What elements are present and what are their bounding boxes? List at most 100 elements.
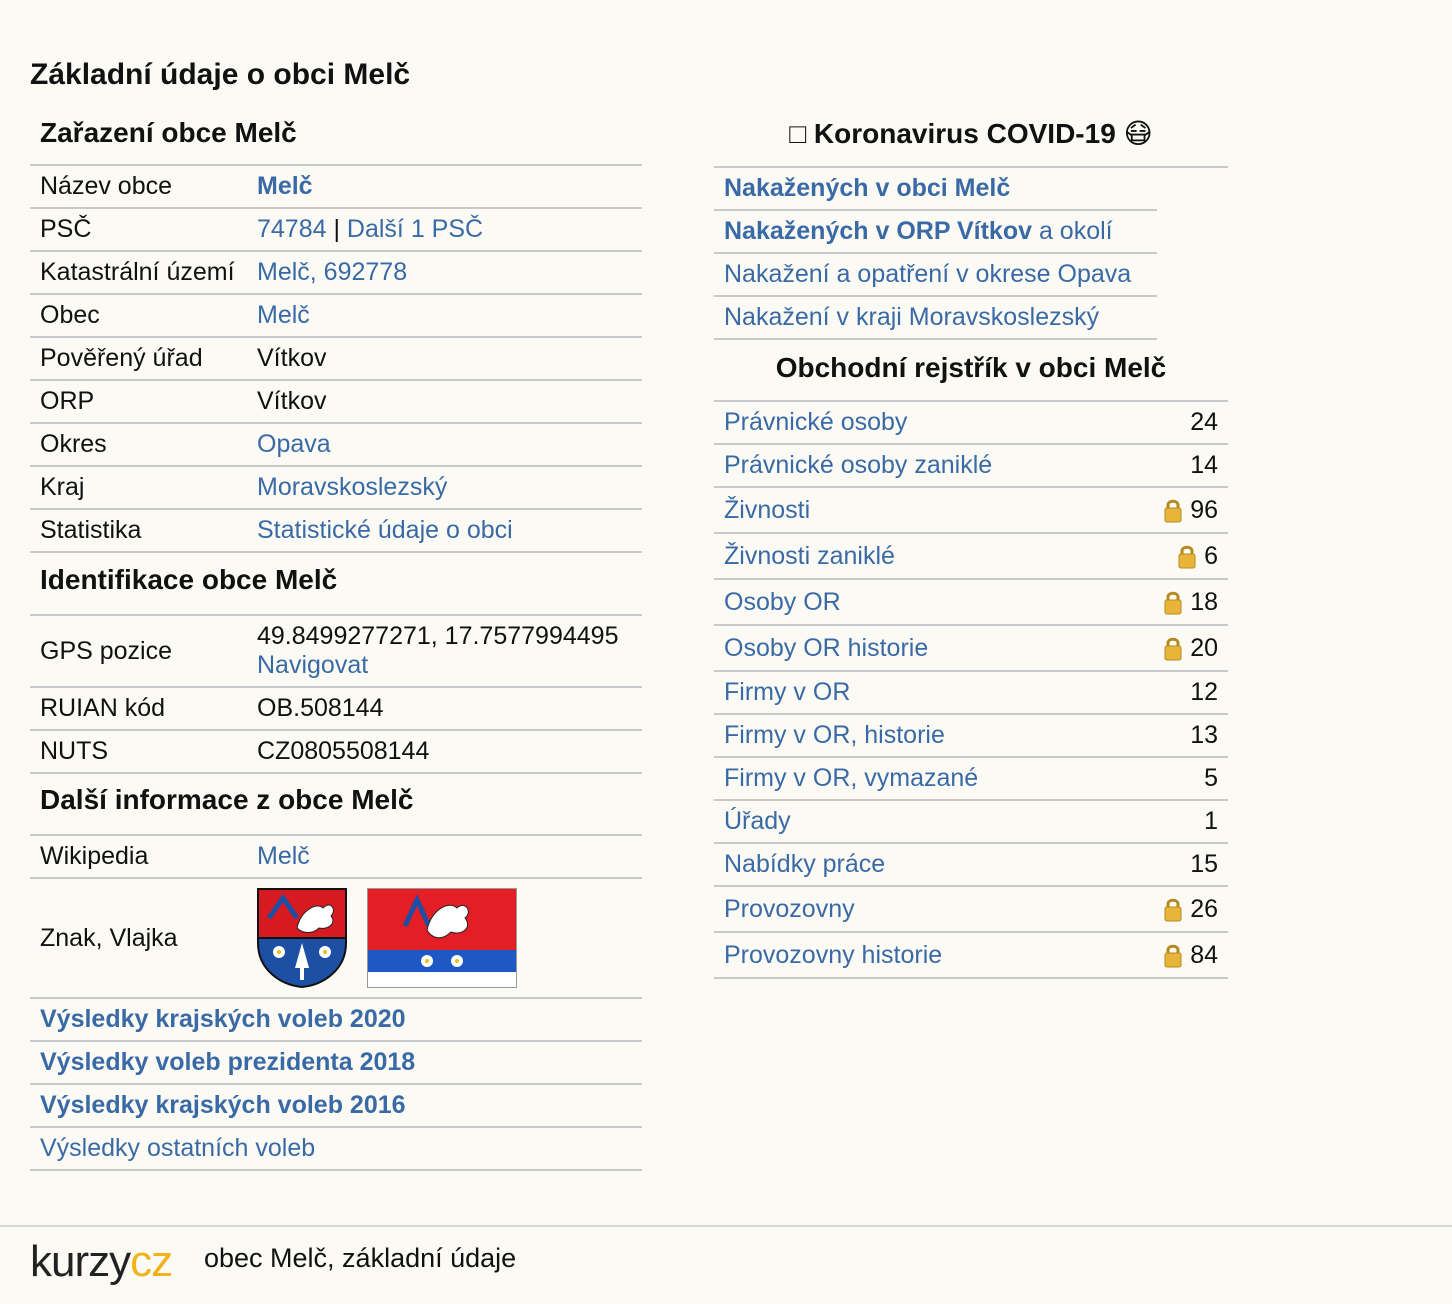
count-value: 15 xyxy=(1190,850,1218,878)
row-label: Znak, Vlajka xyxy=(40,923,178,952)
obchodni-row-link[interactable]: Firmy v OR, vymazané xyxy=(724,764,1204,793)
orp-value: Vítkov xyxy=(257,387,327,415)
obchodni-row: Osoby OR 18 xyxy=(714,580,1228,626)
covid-orp-okoli-link[interactable]: a okolí xyxy=(1032,217,1113,245)
obchodni-row-count: 24 xyxy=(1190,408,1218,437)
obchodni-row-link[interactable]: Provozovny xyxy=(724,895,1164,924)
psc-link[interactable]: 74784 xyxy=(257,215,327,243)
count-value: 24 xyxy=(1190,408,1218,436)
count-value: 26 xyxy=(1190,894,1218,923)
gps-coordinates: 49.8499277271, 17.7577994495 xyxy=(257,622,619,650)
obchodni-row-count: 96 xyxy=(1164,496,1218,525)
obchodni-row: Právnické osoby zaniklé 14 xyxy=(714,445,1228,488)
nuts-value: CZ0805508144 xyxy=(257,737,430,765)
right-column: □ Koronavirus COVID-19 😷 Nakažených v ob… xyxy=(714,112,1228,979)
povereny-urad-value: Vítkov xyxy=(257,344,327,372)
okres-link[interactable]: Opava xyxy=(257,430,642,459)
katastralni-uzemi-link[interactable]: Melč, 692778 xyxy=(257,258,642,287)
navigovat-link[interactable]: Navigovat xyxy=(257,651,368,679)
row-label: PSČ xyxy=(40,215,92,243)
covid-heading-text: Koronavirus COVID-19 xyxy=(813,118,1116,149)
dalsi-psc-link[interactable]: Další 1 PSČ xyxy=(347,215,483,243)
row-label: Katastrální území xyxy=(40,258,235,286)
obchodni-row-count: 84 xyxy=(1164,941,1218,970)
obchodni-rejstrik-list: Právnické osoby 24 Právnické osoby zaniklé… xyxy=(714,402,1228,979)
obec-link[interactable]: Melč xyxy=(257,301,642,330)
obchodni-row-link[interactable]: Nabídky práce xyxy=(724,850,1190,879)
row-label: RUIAN kód xyxy=(40,694,166,722)
volby-2020-row: Výsledky krajských voleb 2020 xyxy=(30,999,642,1042)
lock-icon xyxy=(1164,637,1182,661)
row-label: Kraj xyxy=(40,473,85,501)
obchodni-row-link[interactable]: Firmy v OR xyxy=(724,678,1190,707)
obchodni-row-link[interactable]: Právnické osoby xyxy=(724,408,1190,437)
dalsi-heading: Další informace z obce Melč xyxy=(30,774,642,836)
count-value: 18 xyxy=(1190,587,1218,616)
obchodni-row-count: 18 xyxy=(1164,588,1218,617)
row-gps: GPS pozice 49.8499277271, 17.7577994495 … xyxy=(30,616,642,688)
kraj-link[interactable]: Moravskoslezský xyxy=(257,473,642,502)
obchodni-row-link[interactable]: Úřady xyxy=(724,807,1204,836)
flag-image[interactable] xyxy=(367,888,517,988)
row-nuts: NUTS CZ0805508144 xyxy=(30,731,642,774)
covid-obec-row: Nakažených v obci Melč xyxy=(714,168,1157,211)
row-kraj: Kraj Moravskoslezský xyxy=(30,467,642,510)
obchodni-row-link[interactable]: Právnické osoby zaniklé xyxy=(724,451,1190,480)
covid-kraj-link[interactable]: Nakažení v kraji Moravskoslezský xyxy=(724,303,1147,332)
logo-text-a: kurzy xyxy=(30,1237,131,1286)
obchodni-row-count: 20 xyxy=(1164,634,1218,663)
count-value: 13 xyxy=(1190,721,1218,749)
row-okres: Okres Opava xyxy=(30,424,642,467)
count-value: 20 xyxy=(1190,633,1218,662)
obchodni-row-link[interactable]: Živnosti xyxy=(724,496,1164,525)
obchodni-row-count: 26 xyxy=(1164,895,1218,924)
volby-prezident-2018-link[interactable]: Výsledky voleb prezidenta 2018 xyxy=(40,1048,415,1077)
obchodni-row: Provozovny 26 xyxy=(714,887,1228,933)
covid-okres-link[interactable]: Nakažení a opatření v okrese Opava xyxy=(724,260,1147,289)
row-label: ORP xyxy=(40,387,95,415)
covid-obec-link[interactable]: Nakažených v obci Melč xyxy=(724,174,1147,203)
ruian-value: OB.508144 xyxy=(257,694,384,722)
obchodni-row-link[interactable]: Osoby OR historie xyxy=(724,634,1164,663)
count-value: 6 xyxy=(1204,541,1218,570)
logo-text-b: cz xyxy=(130,1237,173,1286)
obchodni-row-count: 15 xyxy=(1190,850,1218,879)
row-obec: Obec Melč xyxy=(30,295,642,338)
covid-kraj-row: Nakažení v kraji Moravskoslezský xyxy=(714,297,1157,340)
volby-kraj-2016-link[interactable]: Výsledky krajských voleb 2016 xyxy=(40,1091,406,1120)
row-wikipedia: Wikipedia Melč xyxy=(30,836,642,879)
identifikace-heading: Identifikace obce Melč xyxy=(30,553,642,616)
lock-icon xyxy=(1164,898,1182,922)
row-label: Wikipedia xyxy=(40,842,149,870)
row-label: Název obce xyxy=(40,172,173,200)
obchodni-row-link[interactable]: Živnosti zaniklé xyxy=(724,542,1178,571)
lock-icon xyxy=(1164,944,1182,968)
obchodni-row-count: 12 xyxy=(1190,678,1218,707)
coat-of-arms-image[interactable] xyxy=(257,888,347,988)
volby-ostatni-link[interactable]: Výsledky ostatních voleb xyxy=(40,1134,315,1163)
wikipedia-link[interactable]: Melč xyxy=(257,842,642,871)
count-value: 5 xyxy=(1204,764,1218,792)
volby-2016-row: Výsledky krajských voleb 2016 xyxy=(30,1085,642,1128)
psc-value: 74784 | Další 1 PSČ xyxy=(257,215,642,244)
row-label: Obec xyxy=(40,301,100,329)
covid-box-icon: □ xyxy=(789,118,807,149)
obchodni-row-link[interactable]: Firmy v OR, historie xyxy=(724,721,1190,750)
kurzy-logo[interactable]: kurzycz xyxy=(30,1237,173,1287)
row-povereny-urad: Pověřený úřad Vítkov xyxy=(30,338,642,381)
psc-separator: | xyxy=(326,215,347,243)
obchodni-row-link[interactable]: Provozovny historie xyxy=(724,941,1164,970)
row-statistika: Statistika Statistické údaje o obci xyxy=(30,510,642,553)
volby-kraj-2020-link[interactable]: Výsledky krajských voleb 2020 xyxy=(40,1005,406,1034)
obchodni-row-link[interactable]: Osoby OR xyxy=(724,588,1164,617)
covid-orp-link[interactable]: Nakažených v ORP Vítkov xyxy=(724,217,1032,245)
obchodni-row: Provozovny historie 84 xyxy=(714,933,1228,979)
row-label: Statistika xyxy=(40,516,142,544)
count-value: 14 xyxy=(1190,451,1218,479)
statistika-link[interactable]: Statistické údaje o obci xyxy=(257,516,642,545)
nazev-obce-link[interactable]: Melč xyxy=(257,172,642,201)
obchodni-rejstrik-heading: Obchodní rejstřík v obci Melč xyxy=(714,340,1228,402)
covid-orp-text: Nakažených v ORP Vítkov a okolí xyxy=(724,217,1147,246)
page-title: Základní údaje o obci Melč xyxy=(30,58,411,91)
obchodni-row: Právnické osoby 24 xyxy=(714,402,1228,445)
